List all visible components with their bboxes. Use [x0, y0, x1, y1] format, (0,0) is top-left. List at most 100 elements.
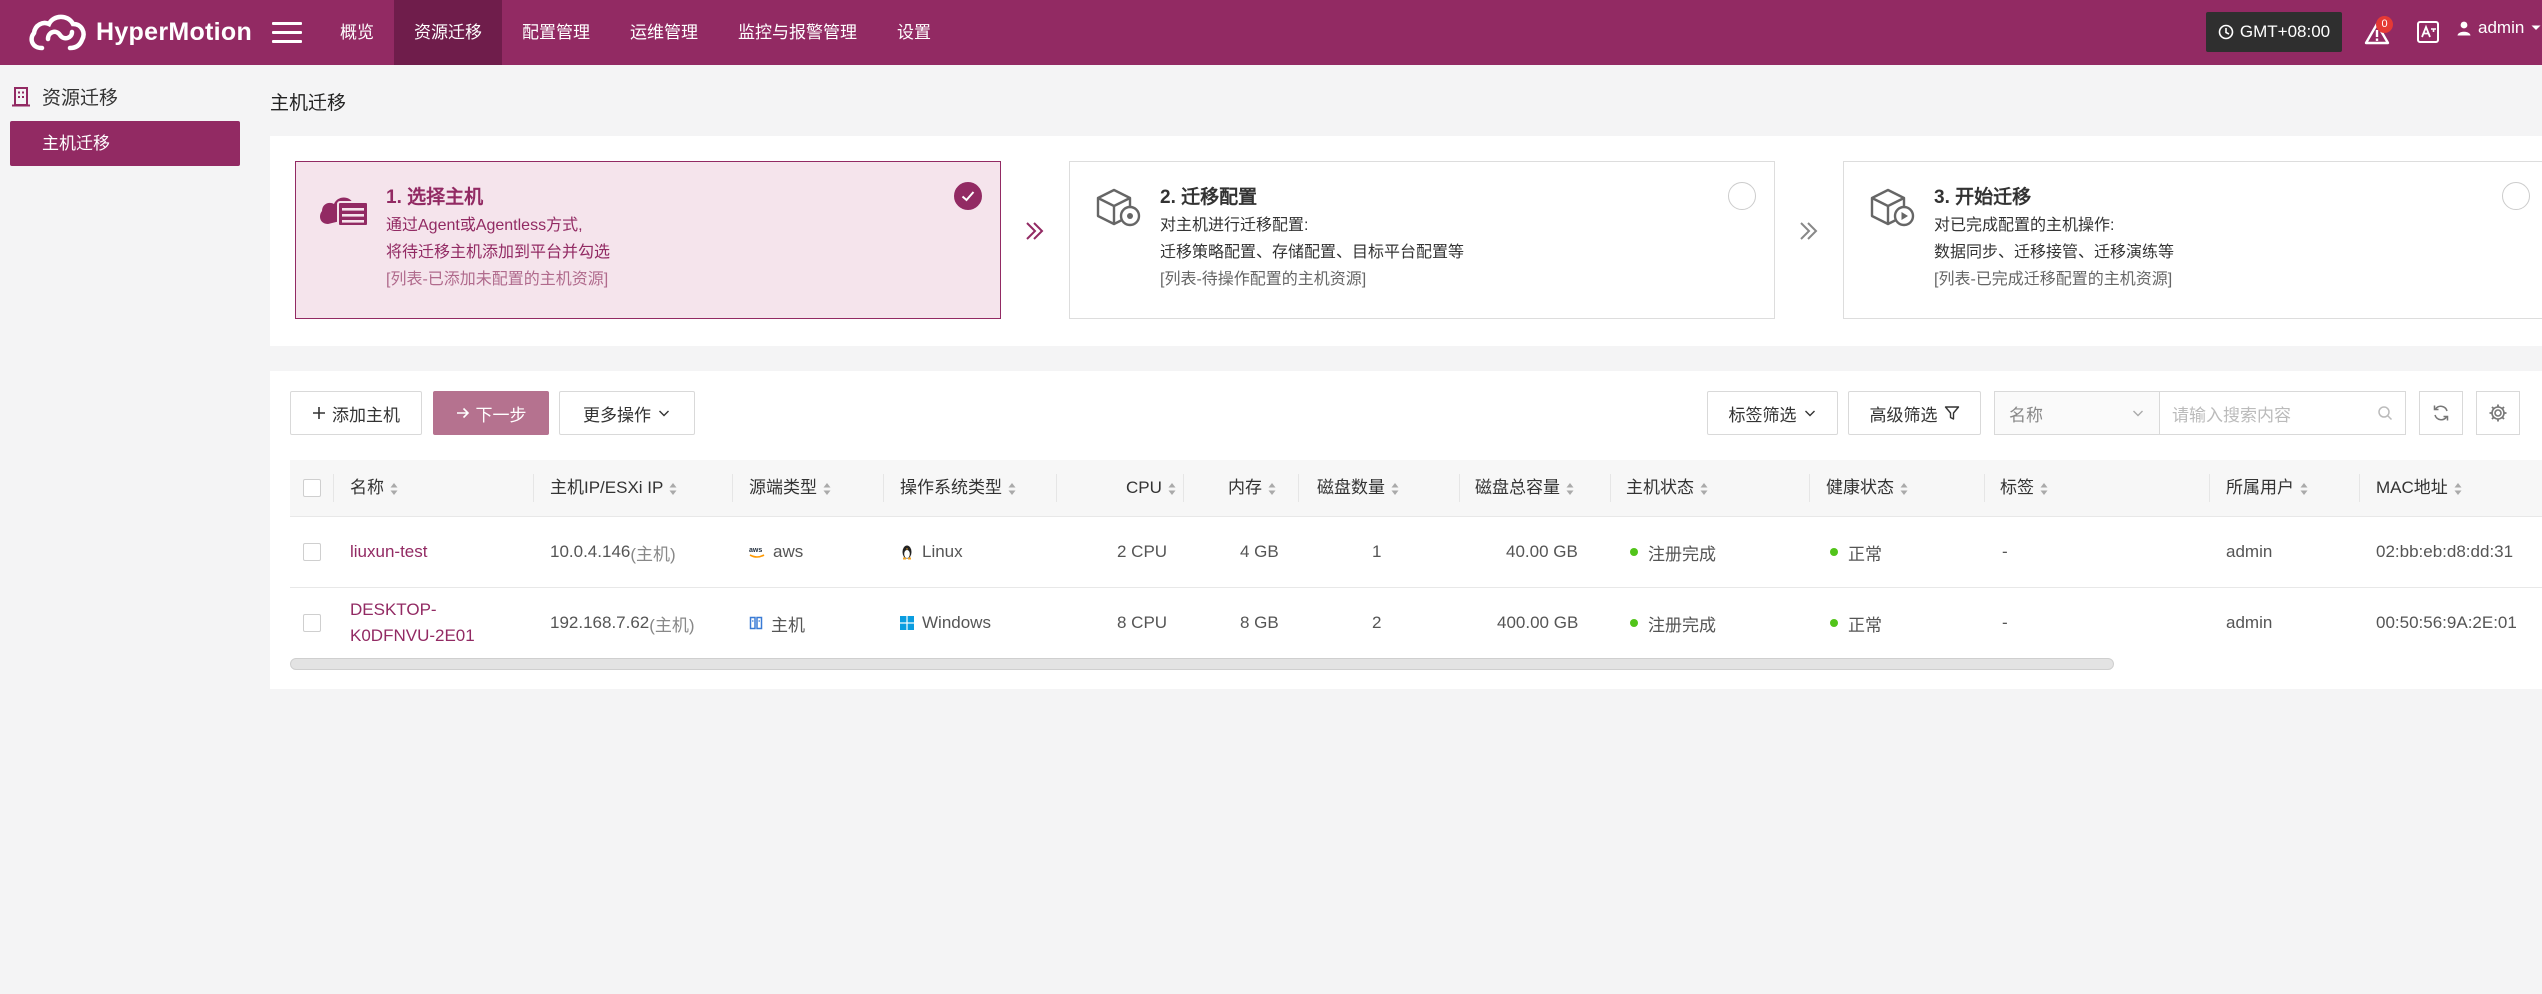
- search-input[interactable]: 请输入搜索内容: [2160, 391, 2406, 435]
- server-icon: [749, 616, 763, 630]
- step-title: 1. 选择主机: [386, 187, 484, 208]
- nav-config-management[interactable]: 配置管理: [502, 0, 610, 65]
- table-row[interactable]: liuxun-test 10.0.4.146 (主机) aws aws Linux…: [290, 517, 2542, 588]
- box-play-icon: [1870, 188, 1915, 227]
- host-ip: 192.168.7.62 (主机): [550, 613, 695, 635]
- host-name: liuxun-test: [350, 542, 428, 561]
- sort-icon: [1168, 482, 1176, 495]
- more-actions-dropdown[interactable]: 更多操作: [559, 391, 695, 435]
- page-title: 主机迁移: [270, 93, 347, 114]
- sort-icon: [1391, 482, 1399, 495]
- arrow-right-icon: [456, 407, 469, 419]
- host-name-link[interactable]: DESKTOP- K0DFNVU-2E01: [350, 588, 475, 658]
- col-header-disk-count[interactable]: 磁盘数量: [1317, 460, 1399, 516]
- col-header-mac[interactable]: MAC地址: [2376, 460, 2462, 516]
- table-row[interactable]: DESKTOP- K0DFNVU-2E01 192.168.7.62 (主机) 主机…: [290, 588, 2542, 659]
- table-header: 名称 主机IP/ESXi IP 源端类型 操作系统类型 CPU 内存 磁盘数量 …: [290, 460, 2542, 517]
- timezone-button[interactable]: GMT+08:00: [2206, 12, 2342, 52]
- step-select-host[interactable]: 1. 选择主机 通过Agent或Agentless方式, 将待迁移主机添加到平台…: [295, 161, 1001, 319]
- col-header-name[interactable]: 名称: [350, 460, 398, 516]
- advanced-filter-button[interactable]: 高级筛选: [1848, 391, 1981, 435]
- select-all-checkbox[interactable]: [303, 479, 321, 497]
- cloud-server-icon: [320, 197, 369, 227]
- col-header-host-status[interactable]: 主机状态: [1626, 460, 1708, 516]
- col-header-cpu[interactable]: CPU: [1126, 460, 1176, 516]
- col-header-owner[interactable]: 所属用户: [2226, 460, 2308, 516]
- step-check-circle[interactable]: [954, 182, 982, 210]
- mac-address: 02:bb:eb:d8:dd:31: [2376, 542, 2514, 561]
- step-migration-config[interactable]: 2. 迁移配置 对主机进行迁移配置: 迁移策略配置、存储配置、目标平台配置等 […: [1069, 161, 1775, 319]
- step-check-circle[interactable]: [1728, 182, 1756, 210]
- nav-ops-management[interactable]: 运维管理: [610, 0, 718, 65]
- col-header-memory[interactable]: 内存: [1228, 460, 1276, 516]
- col-header-ip[interactable]: 主机IP/ESXi IP: [550, 460, 677, 516]
- tag-filter-label: 标签筛选: [1728, 405, 1797, 425]
- tag-value: -: [2002, 613, 2008, 632]
- refresh-button[interactable]: [2419, 391, 2463, 435]
- col-header-os-type[interactable]: 操作系统类型: [900, 460, 1016, 516]
- language-icon[interactable]: [2416, 20, 2440, 44]
- gear-icon: [2489, 404, 2507, 422]
- step-desc-line: 将待迁移主机添加到平台并勾选: [386, 244, 611, 261]
- aws-icon: aws: [749, 547, 765, 558]
- status-dot-icon: [1630, 548, 1638, 556]
- sort-icon: [2300, 482, 2308, 495]
- tag-value: -: [2002, 542, 2008, 561]
- horizontal-scrollbar-thumb[interactable]: [290, 658, 2114, 670]
- source-type: aws aws: [749, 542, 804, 561]
- step-title: 2. 迁移配置: [1160, 187, 1258, 208]
- column-divider: [2359, 474, 2360, 502]
- chevron-down-icon: [2531, 25, 2541, 30]
- step-description: 对主机进行迁移配置: 迁移策略配置、存储配置、目标平台配置等 [列表-待操作配置…: [1160, 212, 1464, 293]
- svg-text:aws: aws: [749, 547, 762, 554]
- cpu-value: 8 CPU: [1117, 613, 1168, 632]
- step-start-migration[interactable]: 3. 开始迁移 对已完成配置的主机操作: 数据同步、迁移接管、迁移演练等 [列表…: [1843, 161, 2542, 319]
- col-header-source-type[interactable]: 源端类型: [749, 460, 831, 516]
- column-divider: [1610, 474, 1611, 502]
- alert-count-badge: 0: [2376, 16, 2393, 33]
- sidebar-item-host-migration[interactable]: 主机迁移: [10, 121, 240, 166]
- step-check-circle[interactable]: [2502, 182, 2530, 210]
- host-ip: 10.0.4.146 (主机): [550, 542, 676, 564]
- chevron-down-icon: [659, 410, 669, 417]
- search-icon[interactable]: [2377, 405, 2393, 421]
- column-divider: [1984, 474, 1985, 502]
- col-header-health[interactable]: 健康状态: [1826, 460, 1908, 516]
- menu-toggle-icon[interactable]: [272, 14, 302, 50]
- search-field-select[interactable]: 名称: [1994, 391, 2160, 435]
- advanced-filter-label: 高级筛选: [1869, 405, 1938, 425]
- nav-settings[interactable]: 设置: [877, 0, 951, 65]
- row-checkbox[interactable]: [303, 614, 321, 632]
- checkmark-icon: [961, 190, 974, 201]
- row-checkbox[interactable]: [303, 543, 321, 561]
- user-menu[interactable]: admin: [2456, 18, 2542, 38]
- host-name-link[interactable]: liuxun-test: [350, 517, 427, 587]
- sort-icon: [2454, 482, 2462, 495]
- col-header-tag[interactable]: 标签: [2000, 460, 2048, 516]
- nav-overview[interactable]: 概览: [320, 0, 394, 65]
- step-desc-line: 迁移策略配置、存储配置、目标平台配置等: [1160, 244, 1465, 261]
- host-status: 注册完成: [1630, 517, 1716, 587]
- windows-icon: [900, 616, 914, 630]
- source-type: 主机: [749, 588, 805, 658]
- status-dot-icon: [1830, 619, 1838, 627]
- settings-button[interactable]: [2476, 391, 2520, 435]
- step-desc-line: 通过Agent或Agentless方式,: [386, 217, 583, 234]
- sort-icon: [1900, 482, 1908, 495]
- status-dot-icon: [1830, 548, 1838, 556]
- next-step-button[interactable]: 下一步: [433, 391, 549, 435]
- more-actions-label: 更多操作: [583, 405, 651, 425]
- cpu-value: 2 CPU: [1117, 542, 1168, 561]
- user-icon: [2457, 21, 2471, 36]
- chevron-down-icon: [1804, 410, 1815, 417]
- app-logo[interactable]: HyperMotion: [26, 6, 252, 58]
- tag-filter-dropdown[interactable]: 标签筛选: [1707, 391, 1838, 435]
- disk-count-value: 1: [1372, 542, 1382, 561]
- col-header-disk-total[interactable]: 磁盘总容量: [1475, 460, 1574, 516]
- linux-tux-icon: [902, 545, 912, 560]
- nav-resource-migration[interactable]: 资源迁移: [394, 0, 502, 65]
- column-divider: [333, 474, 334, 502]
- nav-monitoring-alerts[interactable]: 监控与报警管理: [718, 0, 877, 65]
- sidebar-section[interactable]: 资源迁移: [12, 83, 118, 110]
- add-host-button[interactable]: 添加主机: [290, 391, 422, 435]
